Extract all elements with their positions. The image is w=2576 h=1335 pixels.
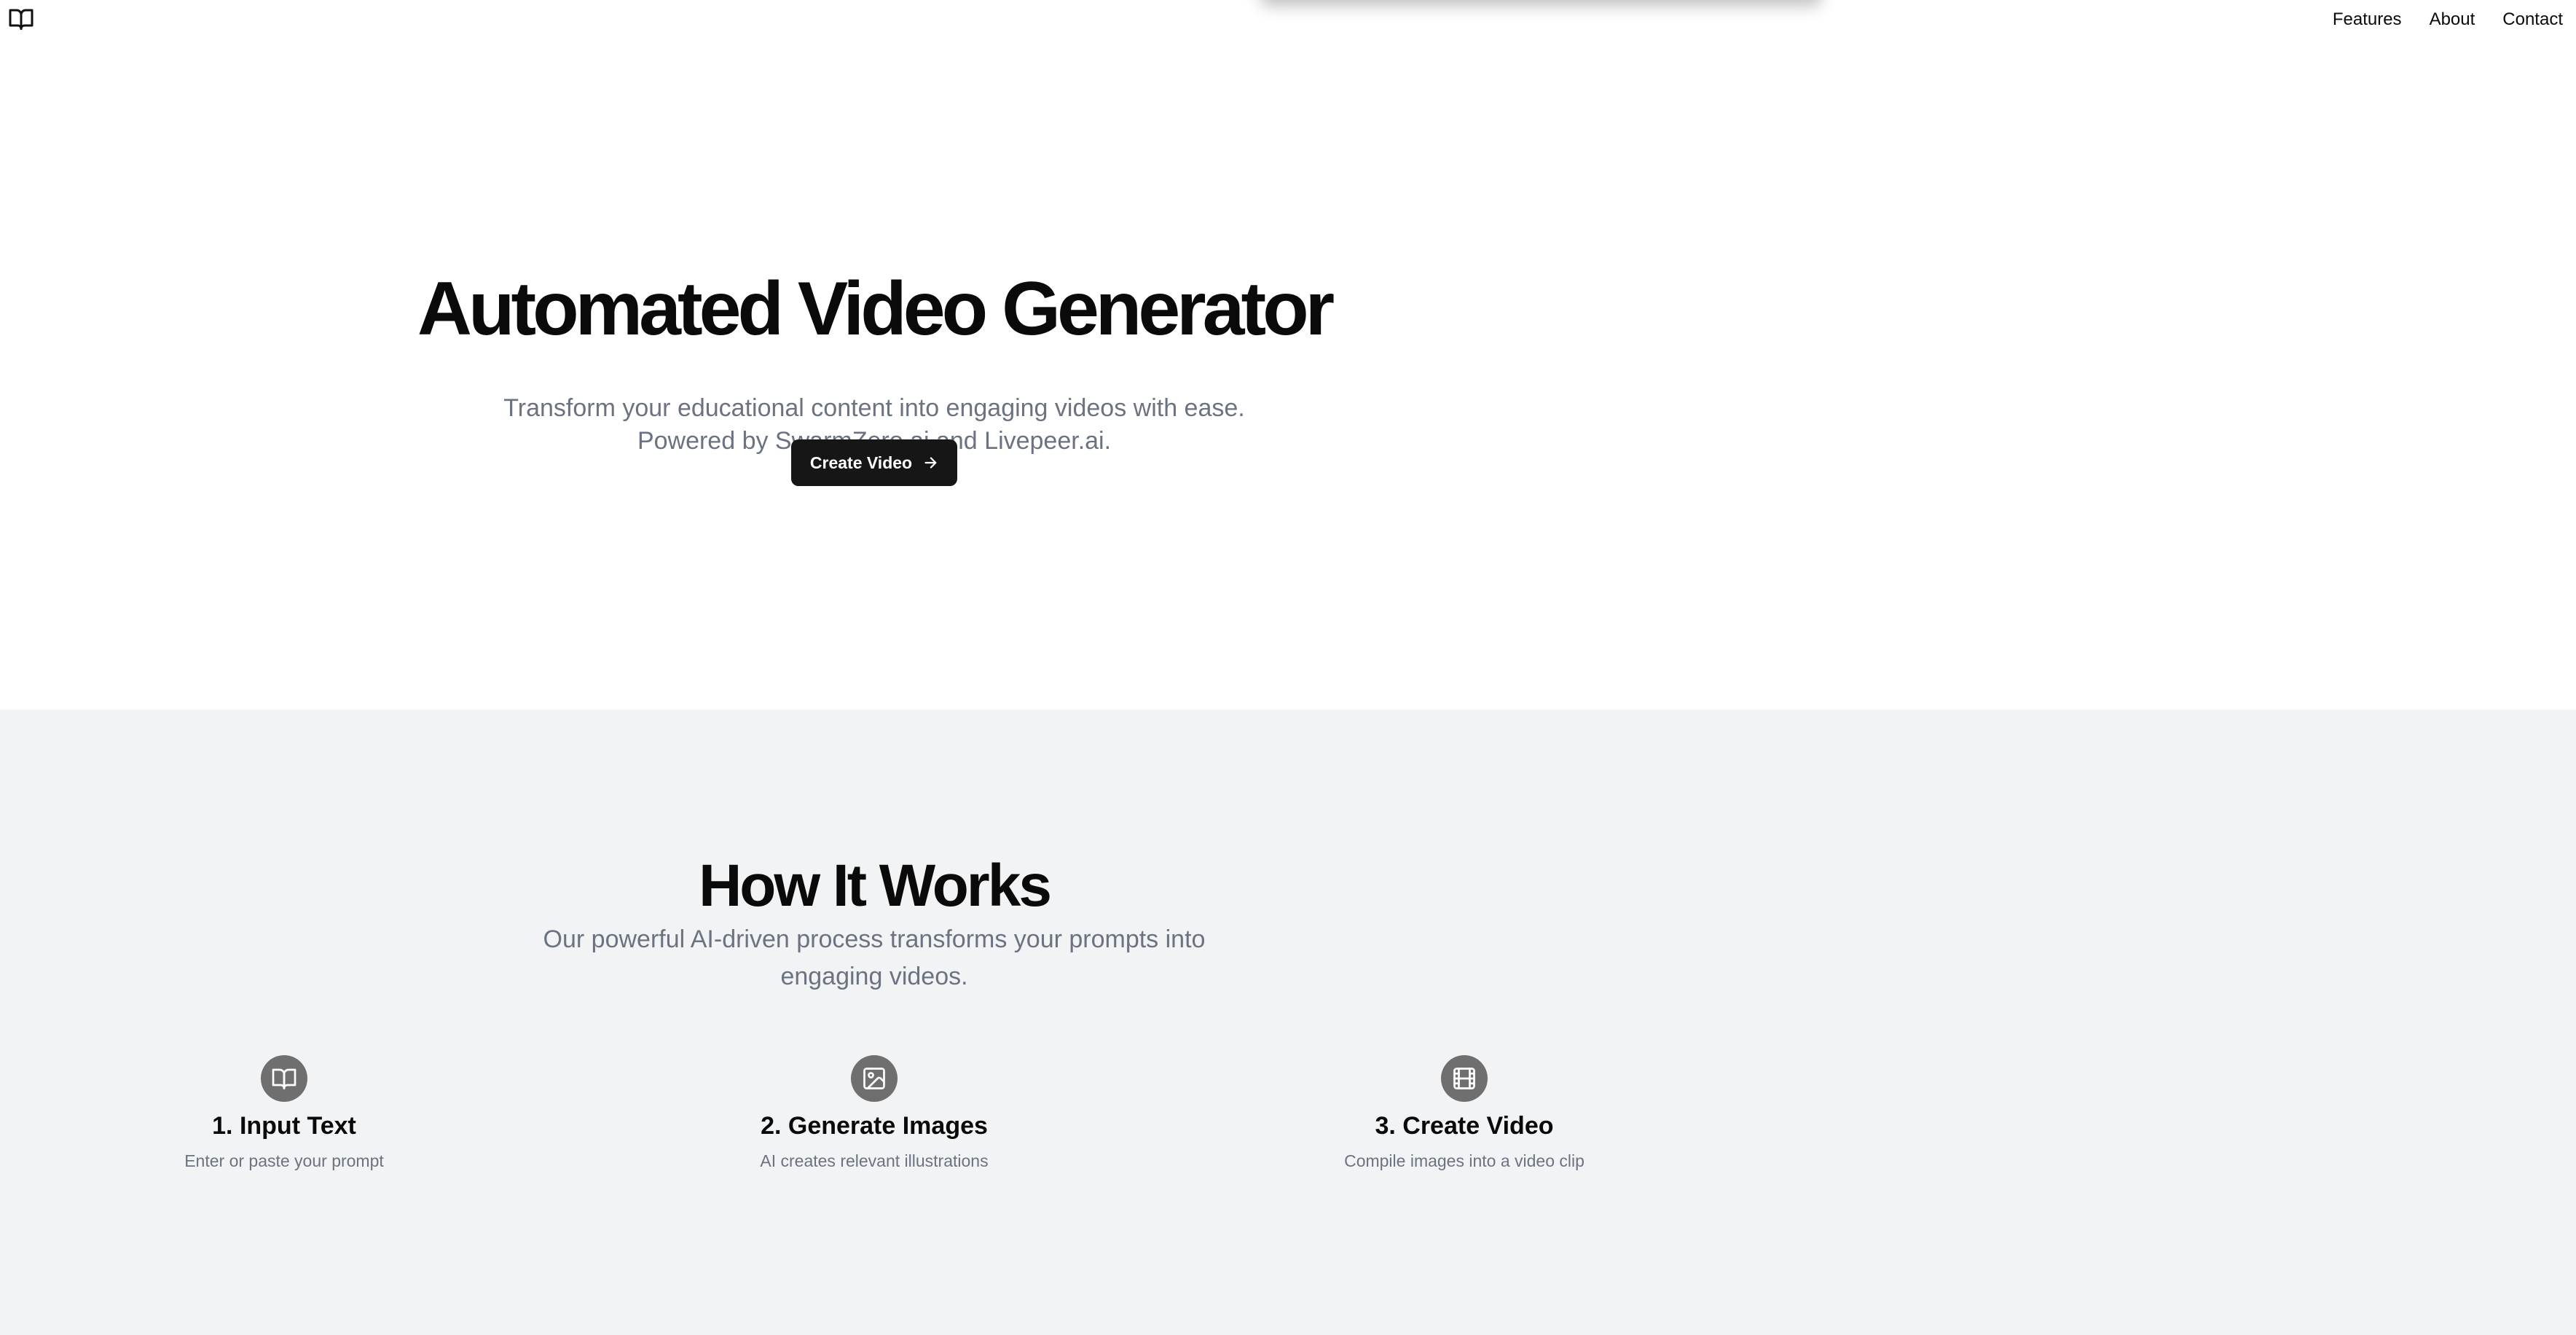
nav-link-features[interactable]: Features — [2333, 9, 2402, 31]
how-it-works-title: How It Works — [699, 853, 1052, 919]
hero-content: Automated Video Generator Transform your… — [0, 41, 1748, 710]
how-subtitle-line-2: engaging videos. — [780, 963, 968, 990]
step-title: 3. Create Video — [1375, 1112, 1554, 1140]
nav-link-about[interactable]: About — [2430, 9, 2475, 31]
how-it-works-subtitle: Our powerful AI-driven process transform… — [539, 921, 1209, 995]
nav-link-contact[interactable]: Contact — [2502, 9, 2563, 31]
top-navigation-bar: Features About Contact — [0, 0, 2576, 41]
how-it-works-content: How It Works Our powerful AI-driven proc… — [0, 710, 1748, 1335]
image-icon — [851, 1055, 898, 1102]
hero-subtitle-line-1: Transform your educational content into … — [503, 394, 1245, 422]
film-icon — [1441, 1055, 1488, 1102]
arrow-right-icon — [922, 455, 938, 471]
hero-title: Automated Video Generator — [417, 267, 1335, 351]
how-it-works-section: How It Works Our powerful AI-driven proc… — [0, 710, 2576, 1335]
step-description: Compile images into a video clip — [1344, 1151, 1585, 1170]
create-video-label: Create Video — [809, 453, 913, 472]
hero-section: Automated Video Generator Transform your… — [0, 41, 2576, 710]
step-create-video: 3. Create Video Compile images into a vi… — [1246, 1055, 1683, 1172]
open-book-icon[interactable] — [7, 6, 35, 32]
step-title: 2. Generate Images — [761, 1112, 988, 1140]
step-generate-images: 2. Generate Images AI creates relevant i… — [656, 1055, 1093, 1172]
step-title: 1. Input Text — [212, 1112, 356, 1140]
how-subtitle-line-1: Our powerful AI-driven process transform… — [543, 925, 1206, 953]
main-nav: Features About Contact — [2333, 9, 2563, 31]
open-book-icon — [261, 1055, 307, 1102]
step-input-text: 1. Input Text Enter or paste your prompt — [66, 1055, 503, 1172]
create-video-button[interactable]: Create Video — [791, 439, 957, 486]
step-description: Enter or paste your prompt — [184, 1151, 384, 1170]
step-description: AI creates relevant illustrations — [760, 1151, 989, 1170]
